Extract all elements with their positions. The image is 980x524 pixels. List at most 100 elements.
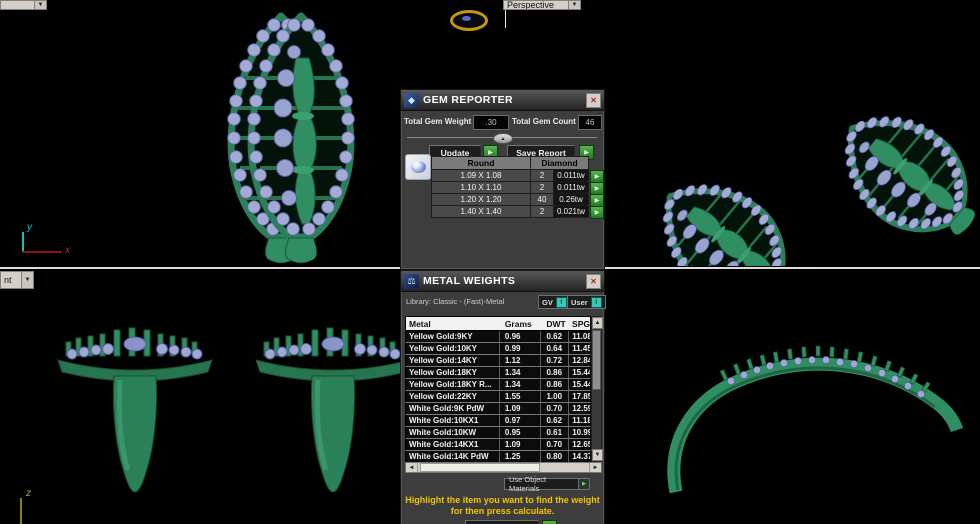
dwt-cell: 0.72 [541,355,570,366]
gold-oval-gem [462,16,471,21]
metal-weights-titlebar[interactable]: ⚖ METAL WEIGHTS ✕ [401,271,604,292]
grams-cell: 1.09 [500,439,542,450]
spg-cell: 12.84 [572,356,590,365]
grams-cell: 1.34 [500,367,542,378]
axis-y-label: y [27,222,32,233]
gem-table-row[interactable]: 1.10 X 1.10 2 0.011tw ▶ [431,182,604,195]
metal-name-cell: White Gold:14KX1 [406,439,500,450]
user-button[interactable]: User i [567,295,606,309]
gem-table-row[interactable]: 1.20 X 1.20 40 0.26tw ▶ [431,194,604,207]
user-button-label: User [571,297,588,307]
chevron-down-icon: ▼ [568,1,580,9]
viewport-border-line [505,7,506,28]
spg-cell: 15.44 [572,368,590,377]
gem-size-cell: 1.09 X 1.08 [431,170,531,182]
grams-cell: 1.12 [500,355,542,366]
dwt-cell: 0.62 [541,331,570,342]
metal-table-row[interactable]: White Gold:10KW 0.95 0.61 10.99 [405,427,591,439]
close-icon[interactable]: ✕ [586,273,601,289]
metal-table-hscrollbar[interactable]: ◄ ► [405,462,602,473]
gem-count-cell: 40 [531,194,554,206]
metal-table-vscrollbar[interactable]: ▲ ▼ [591,316,603,462]
dwt-cell: 0.61 [541,427,570,438]
spg-cell: 15.44 [572,380,590,389]
metal-table-row[interactable]: White Gold:14KX1 1.09 0.70 12.65 [405,439,591,451]
vscroll-thumb[interactable] [592,330,601,390]
grams-cell: 1.55 [500,391,542,402]
dwt-cell: 0.86 [541,367,570,378]
hscroll-track[interactable] [418,463,589,472]
metal-table-row[interactable]: Yellow Gold:18KY 1.34 0.86 15.44 [405,367,591,379]
dwt-cell: 0.70 [541,439,570,450]
dropdown-go-icon[interactable]: ▶ [578,479,589,489]
metal-table-row[interactable]: Yellow Gold:14KY 1.12 0.72 12.84 [405,355,591,367]
grams-cell: 0.99 [500,343,542,354]
viewport-bottom-right-models[interactable] [638,324,980,502]
viewport-top-left-models[interactable] [58,6,378,264]
gold-oval-object [450,10,488,31]
total-gem-weight-field[interactable]: .30 [473,115,509,130]
gem-count-cell: 2 [531,170,554,182]
viewport-bottom-left-models[interactable] [30,300,400,520]
metal-table-row[interactable]: White Gold:9K PdW 1.09 0.70 12.59 [405,403,591,415]
gem-reporter-title: GEM REPORTER [423,94,513,106]
collapse-toggle[interactable]: ▲ [493,133,513,144]
metal-table-row[interactable]: White Gold:10KX1 0.97 0.62 11.18 [405,415,591,427]
gv-info-icon[interactable]: i [555,296,567,308]
gem-count-cell: 2 [531,206,554,218]
viewport-dropdown-front[interactable]: nt ▼ [0,271,34,289]
axis-z-line [20,498,22,524]
metal-weights-title: METAL WEIGHTS [423,275,516,287]
metal-table-row[interactable]: Yellow Gold:9KY 0.96 0.62 11.08 [405,331,591,343]
grams-cell: 0.97 [500,415,542,426]
total-gem-count-field[interactable]: 46 [578,115,602,130]
gem-thumbnail[interactable] [405,154,431,180]
dwt-col-header: DWT [546,318,566,329]
viewport-label-cropped[interactable]: ▼ [0,0,47,10]
curved-band-side-view [667,345,964,494]
ring-profile-right [256,328,400,492]
axis-y-line [22,232,24,252]
metal-name-cell: Yellow Gold:18KY [406,367,500,378]
metal-name-cell: Yellow Gold:14KY [406,355,500,366]
hscroll-thumb[interactable] [420,463,540,472]
gem-size-cell: 1.20 X 1.20 [431,194,531,206]
scroll-right-icon[interactable]: ► [589,463,601,472]
viewport-dropdown-perspective[interactable]: Perspective ▼ [503,0,581,10]
metal-name-cell: White Gold:10KX1 [406,415,500,426]
dwt-cell: 1.00 [541,391,570,402]
user-info-icon[interactable]: i [590,296,602,308]
spg-cell: 11.45 [572,344,590,353]
gv-button[interactable]: GV i [538,295,571,309]
use-object-materials-label: Use Object Materials [509,475,547,493]
gv-button-label: GV [542,297,553,307]
gem-weight-cell: 0.011tw [554,182,589,194]
metal-table-row[interactable]: Yellow Gold:22KY 1.55 1.00 17.85 [405,391,591,403]
gem-table-row[interactable]: 1.40 X 1.40 2 0.021tw ▶ [431,206,604,219]
gem-col-round: Round [431,156,531,170]
axis-x-label: x [65,245,70,256]
calculate-button[interactable]: Calculate [465,520,539,524]
gem-table-row[interactable]: 1.09 X 1.08 2 0.011tw ▶ [431,170,604,183]
gem-weight-cell: 0.021tw [554,206,589,218]
scroll-left-icon[interactable]: ◄ [406,463,418,472]
metal-table-row[interactable]: Yellow Gold:10KY 0.99 0.64 11.45 [405,343,591,355]
metal-table: Metal Grams DWT SPG Yellow Gold:9KY 0.96… [405,316,591,463]
gem-reporter-titlebar[interactable]: ◆ GEM REPORTER ✕ [401,90,604,111]
gem-row-go-button[interactable]: ▶ [590,206,604,219]
spg-cell: 17.85 [572,392,590,401]
viewport-top-right-models[interactable] [612,14,980,266]
gem-table-body: 1.09 X 1.08 2 0.011tw ▶ 1.10 X 1.10 2 0.… [431,170,604,219]
scroll-up-icon[interactable]: ▲ [592,317,603,329]
gem-col-diamond: Diamond [531,156,589,170]
close-icon[interactable]: ✕ [586,92,601,108]
calculate-go-button[interactable]: ▶ [542,520,557,524]
metal-name-cell: Yellow Gold:9KY [406,331,500,342]
spg-col-header: SPG [572,318,590,329]
grams-col-header: Grams [504,318,532,329]
use-object-materials-dropdown[interactable]: Use Object Materials ▶ [504,475,590,493]
scroll-down-icon[interactable]: ▼ [592,449,603,461]
metal-table-row[interactable]: Yellow Gold:18KY R... 1.34 0.86 15.44 [405,379,591,391]
viewport-dropdown-perspective-label: Perspective [507,0,555,10]
instruction-line-2: for then press calculate. [450,506,555,516]
